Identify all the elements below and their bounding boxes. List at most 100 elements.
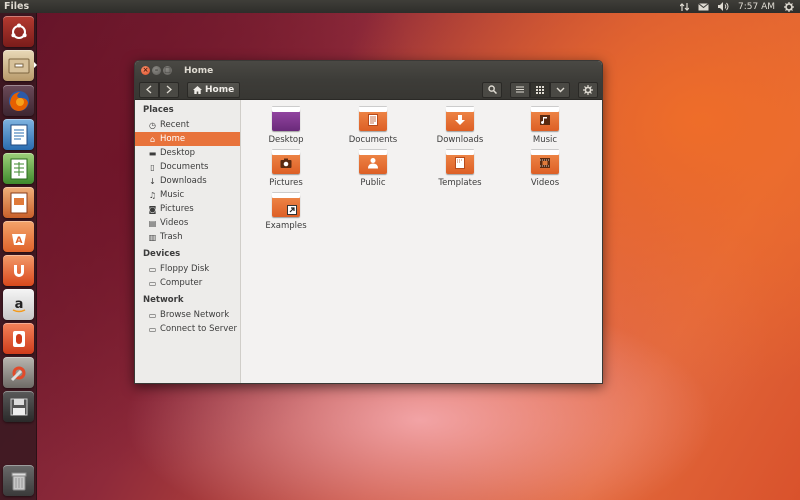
videos-folder-icon [531, 149, 559, 174]
sidebar-item-floppy[interactable]: ▭ Floppy Disk [135, 262, 240, 276]
indicator-area: 7:57 AM [680, 1, 800, 12]
view-switcher [510, 81, 570, 98]
volume-icon[interactable] [718, 2, 729, 11]
network-transfer-icon[interactable] [680, 2, 689, 12]
amazon-icon[interactable]: a [3, 289, 34, 320]
floppy-icon: ▭ [148, 264, 157, 274]
folder-label: Templates [438, 178, 482, 188]
ubuntu-one-icon[interactable] [3, 255, 34, 286]
sidebar-item-label: Recent [160, 120, 190, 130]
libreoffice-writer-icon[interactable] [3, 119, 34, 150]
window-titlebar[interactable]: × – □ Home [135, 61, 602, 80]
folder-item-documents[interactable]: Documents [338, 106, 408, 145]
trash-icon[interactable] [3, 465, 34, 496]
computer-icon: ▭ [148, 278, 157, 288]
downloads-folder-icon [446, 106, 474, 131]
software-center-icon[interactable]: A [3, 221, 34, 252]
floppy-disk-icon[interactable] [3, 391, 34, 422]
sidebar-item-recent[interactable]: ◷ Recent [135, 118, 240, 132]
sidebar-item-label: Computer [160, 278, 203, 288]
grid-view-button[interactable] [530, 81, 550, 98]
desktop-folder-icon [272, 106, 300, 131]
history-nav [139, 81, 179, 98]
documents-folder-icon [359, 106, 387, 131]
toolbar-right [482, 81, 598, 98]
folder-item-desktop[interactable]: Desktop [251, 106, 321, 145]
forward-button[interactable] [159, 81, 179, 98]
settings-menu-button[interactable] [578, 81, 598, 98]
close-button[interactable]: × [141, 66, 150, 75]
grid-icon [536, 85, 544, 94]
sidebar-item-label: Downloads [160, 176, 207, 186]
window-body: Places ◷ Recent ⌂ Home ▬ Desktop ▯ Docum… [135, 100, 602, 383]
minimize-button[interactable]: – [152, 66, 161, 75]
folder-item-music[interactable]: Music [510, 106, 580, 145]
templates-folder-icon [446, 149, 474, 174]
folder-item-templates[interactable]: Templates [425, 149, 495, 188]
chevron-left-icon [146, 85, 152, 94]
sidebar-item-computer[interactable]: ▭ Computer [135, 276, 240, 290]
folder-item-pictures[interactable]: Pictures [251, 149, 321, 188]
document-icon: ▯ [150, 162, 155, 172]
svg-text:a: a [14, 297, 23, 312]
folder-label: Documents [348, 135, 398, 145]
file-grid: Desktop Documents Downloads Music Pictur… [241, 100, 602, 383]
gear-icon[interactable] [784, 1, 794, 12]
sidebar-item-label: Documents [160, 162, 209, 172]
files-window: × – □ Home Home Places ◷ Recent ⌂ Home ▬… [134, 60, 603, 384]
active-app-pip [34, 62, 37, 68]
folder-label: Examples [265, 221, 307, 231]
sidebar-item-label: Music [160, 190, 185, 200]
sidebar-item-music[interactable]: ♫ Music [135, 188, 240, 202]
view-options-button[interactable] [550, 81, 570, 98]
search-icon [487, 85, 497, 94]
svg-text:A: A [15, 236, 22, 246]
folder-item-examples[interactable]: Examples [251, 192, 321, 231]
trash-icon: ▥ [148, 232, 157, 242]
maximize-button[interactable]: □ [163, 66, 172, 75]
folder-icon: ▬ [148, 148, 157, 158]
clock[interactable]: 7:57 AM [738, 2, 775, 12]
ubuntu-logo-icon[interactable] [3, 16, 34, 47]
folder-label: Public [360, 178, 386, 188]
folder-item-public[interactable]: Public [338, 149, 408, 188]
sidebar-item-downloads[interactable]: ↓ Downloads [135, 174, 240, 188]
chevron-right-icon [166, 85, 172, 94]
libreoffice-calc-icon[interactable] [3, 153, 34, 184]
sidebar-item-browse-network[interactable]: ▭ Browse Network [135, 308, 240, 322]
folder-label: Desktop [268, 135, 304, 145]
launcher: A a [0, 13, 37, 500]
sidebar-item-videos[interactable]: ▤ Videos [135, 216, 240, 230]
sidebar-item-connect-server[interactable]: ▭ Connect to Server [135, 322, 240, 336]
breadcrumb-label: Home [205, 84, 235, 95]
sidebar-item-pictures[interactable]: ◙ Pictures [135, 202, 240, 216]
sidebar-item-documents[interactable]: ▯ Documents [135, 160, 240, 174]
sidebar-item-label: Pictures [160, 204, 194, 214]
sidebar-item-label: Connect to Server [160, 324, 237, 334]
network-header: Network [143, 295, 184, 305]
list-view-button[interactable] [510, 81, 530, 98]
folder-item-downloads[interactable]: Downloads [425, 106, 495, 145]
sidebar-item-trash[interactable]: ▥ Trash [135, 230, 240, 244]
network-icon: ▭ [148, 310, 157, 320]
clock-icon: ◷ [149, 120, 156, 130]
camera-icon: ◙ [148, 204, 157, 214]
chevron-down-icon [556, 87, 564, 92]
folder-item-videos[interactable]: Videos [510, 149, 580, 188]
search-button[interactable] [482, 81, 502, 98]
sidebar-item-home[interactable]: ⌂ Home [135, 132, 240, 146]
firefox-icon[interactable] [3, 85, 34, 116]
ubuntu-one-music-icon[interactable] [3, 323, 34, 354]
folder-label: Pictures [269, 178, 303, 188]
system-settings-icon[interactable] [3, 357, 34, 388]
sidebar-item-desktop[interactable]: ▬ Desktop [135, 146, 240, 160]
breadcrumb-home[interactable]: Home [187, 81, 241, 98]
sidebar-item-label: Browse Network [160, 310, 230, 320]
places-header: Places [143, 105, 174, 115]
back-button[interactable] [139, 81, 159, 98]
toolbar: Home [135, 80, 602, 100]
mail-icon[interactable] [698, 2, 709, 11]
libreoffice-impress-icon[interactable] [3, 187, 34, 218]
file-manager-icon[interactable] [3, 50, 34, 81]
music-folder-icon [531, 106, 559, 131]
